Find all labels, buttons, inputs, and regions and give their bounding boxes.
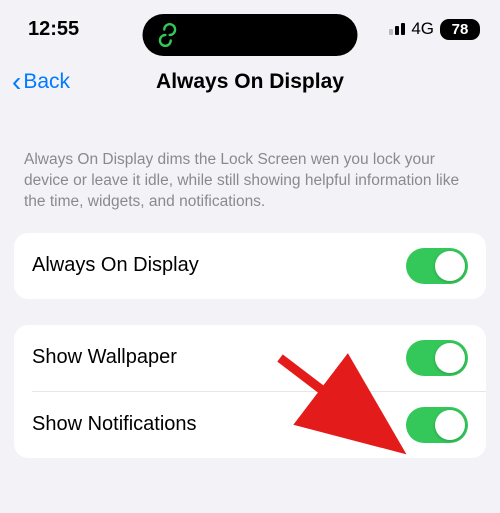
back-button[interactable]: ‹ Back	[12, 68, 70, 96]
link-icon	[155, 22, 181, 48]
back-label: Back	[23, 70, 70, 94]
network-label: 4G	[411, 19, 434, 39]
section-description: Always On Display dims the Lock Screen w…	[0, 114, 500, 225]
dynamic-island	[143, 14, 358, 56]
cell-signal-icon	[389, 23, 405, 35]
row-label: Always On Display	[32, 254, 199, 277]
chevron-left-icon: ‹	[12, 68, 21, 96]
toggle-always-on-display[interactable]	[406, 248, 468, 284]
row-show-notifications: Show Notifications	[14, 392, 486, 458]
toggle-show-wallpaper[interactable]	[406, 340, 468, 376]
list-group-main: Always On Display	[14, 233, 486, 299]
row-always-on-display: Always On Display	[14, 233, 486, 299]
row-show-wallpaper: Show Wallpaper	[14, 325, 486, 391]
nav-bar: ‹ Back Always On Display	[0, 54, 500, 114]
row-label: Show Notifications	[32, 413, 197, 436]
status-right: 4G 78	[389, 19, 480, 40]
row-label: Show Wallpaper	[32, 346, 177, 369]
status-time: 12:55	[28, 18, 79, 41]
page-title: Always On Display	[156, 70, 344, 94]
status-bar: 12:55 4G 78	[0, 0, 500, 54]
list-group-options: Show Wallpaper Show Notifications	[14, 325, 486, 458]
battery-badge: 78	[440, 19, 480, 40]
toggle-show-notifications[interactable]	[406, 407, 468, 443]
